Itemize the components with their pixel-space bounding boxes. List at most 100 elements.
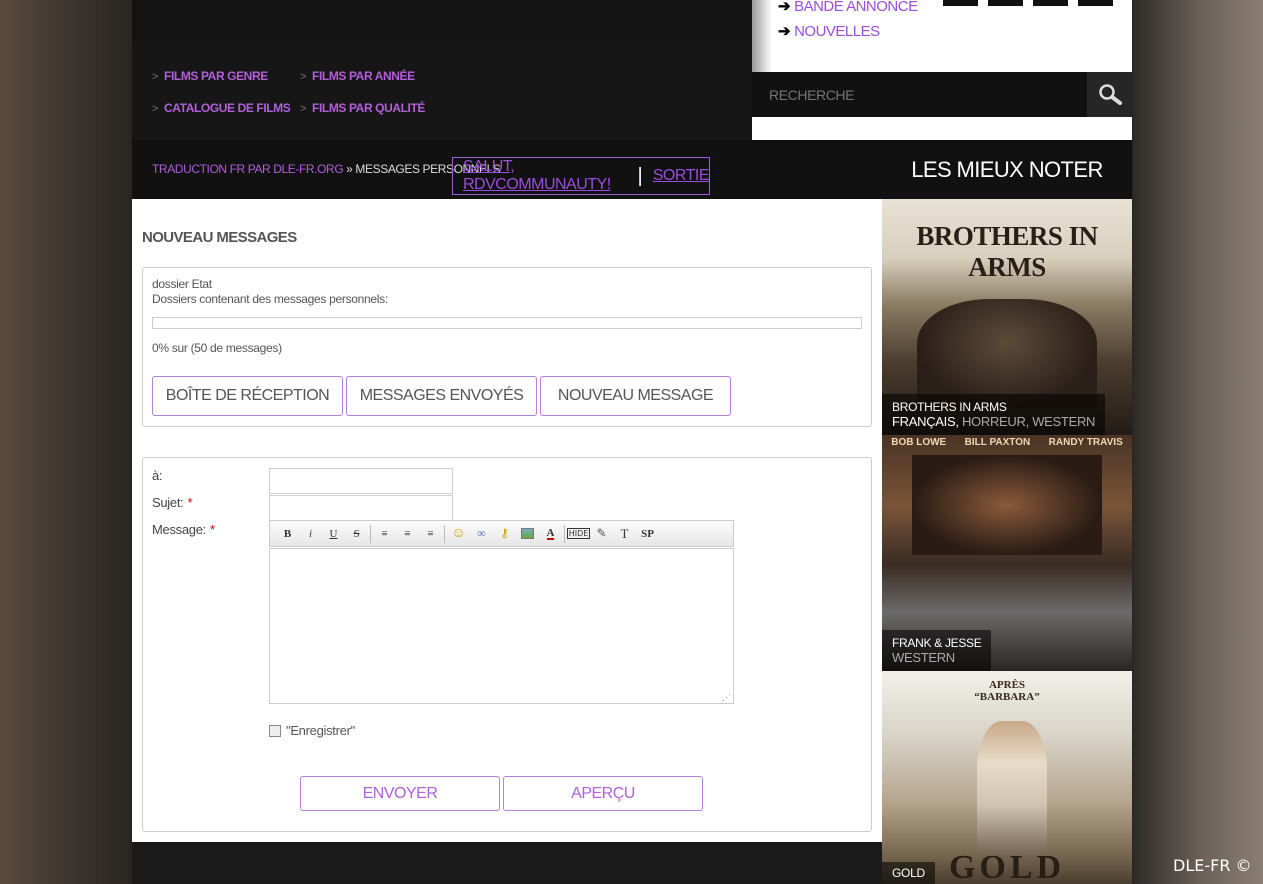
strikethrough-button[interactable]: S [345,524,368,544]
usage-text: 0% sur (50 de messages) [152,341,282,355]
movie-genres: WESTERN [892,650,981,665]
chevron-right-icon: ➔ [778,23,791,40]
tab-new-message[interactable]: NOUVEAU MESSAGE [540,376,731,416]
social-icon[interactable] [943,0,978,6]
smiley-icon: ☺ [451,525,466,541]
sidebar-title: LES MIEUX NOTER [911,156,1103,182]
key-icon: ⚷ [500,526,509,540]
movie-genres: FRANÇAIS, HORREUR, WESTERN [892,414,1095,429]
link-bande-annonce[interactable]: ➔ BANDE ANNONCE [778,0,918,15]
user-separator: | [637,165,643,187]
spoiler-icon: SP [641,527,654,540]
folder-description: Dossiers contenant des messages personne… [152,292,388,306]
movie-card[interactable]: APRÈS “BARBARA” GOLD GOLD [882,671,1132,884]
underline-button[interactable]: U [322,524,345,544]
text-icon: T [620,525,629,541]
movie-card[interactable]: BOB LOWE BILL PAXTON RANDY TRAVIS FRANK & … [882,435,1132,671]
subject-label: Sujet: * [152,495,193,510]
copyright-text: DLE-FR © [1173,856,1252,875]
social-icon[interactable] [1033,0,1068,6]
link-icon: ∞ [477,526,486,540]
genre: FRANÇAIS, [892,414,959,429]
message-label-text: Message: [152,522,206,537]
header-spacer [752,117,1132,140]
tab-sent-messages[interactable]: MESSAGES ENVOYÉS [346,376,537,416]
chevron-right-icon: > [152,103,159,115]
editor-toolbar: B i U S ≡ ≡ ≡ ☺ ∞ ⚷ A HIDE ✎ T SP [269,520,734,547]
link-label: NOUVELLES [794,23,880,40]
toolbar-separator [370,524,371,543]
page-title: NOUVEAU MESSAGES [142,229,297,246]
align-center-button[interactable]: ≡ [396,524,419,544]
smiley-button[interactable]: ☺ [447,524,470,544]
user-greeting-link[interactable]: SALUT, RDVCOMMUNAUTY! [463,158,628,194]
nav-label: FILMS PAR QUALITÉ [312,101,426,115]
movie-title: FRANK & JESSE [892,636,982,650]
hide-button[interactable]: HIDE [566,524,591,544]
save-checkbox[interactable] [269,724,281,737]
message-form-panel: à: Sujet: * Message: * B i U S ≡ ≡ ≡ ☺ ∞ ⚷… [142,457,872,832]
spoiler-button[interactable]: SP [636,524,659,544]
hide-icon: HIDE [566,528,591,539]
nav-films-par-genre[interactable]: > FILMS PAR GENRE [152,69,268,83]
link-nouvelles[interactable]: ➔ NOUVELLES [778,22,880,40]
poster-figures-image [917,299,1097,409]
italic-button[interactable]: i [299,524,322,544]
movie-title: GOLD [892,866,925,880]
poster-figures-image [912,455,1102,555]
nav-label: FILMS PAR GENRE [164,69,268,83]
link-button[interactable]: ∞ [470,524,493,544]
image-button[interactable] [516,524,539,544]
movie-card[interactable]: BROTHERS IN ARMS BROTHERS IN ARMS FRANÇA… [882,199,1132,435]
nav-films-par-qualite[interactable]: > FILMS PAR QUALITÉ [300,101,425,115]
user-box: SALUT, RDVCOMMUNAUTY! | SORTIE [452,157,710,195]
search-button[interactable] [1087,72,1132,117]
align-left-icon: ≡ [381,527,388,540]
to-field[interactable] [269,468,453,494]
message-textarea[interactable]: ⋰ [269,548,734,704]
send-button[interactable]: ENVOYER [300,776,500,811]
search-bar [752,72,1132,117]
subject-label-text: Sujet: [152,495,184,510]
social-icon[interactable] [988,0,1023,6]
subject-field[interactable] [269,495,453,521]
bold-button[interactable]: B [276,524,299,544]
nav-catalogue-de-films[interactable]: > CATALOGUE DE FILMS [152,101,291,115]
nav-label: FILMS PAR ANNÉE [312,69,415,83]
breadcrumb-bar: TRADUCTION FR PAR DLE-FR.ORG » MESSAGES … [132,140,882,199]
toolbar-separator [444,524,445,543]
search-icon [1098,83,1122,105]
resize-handle-icon[interactable]: ⋰ [722,692,731,703]
page-wrapper: > FILMS PAR GENRE > FILMS PAR ANNÉE > CATAL… [132,0,1132,884]
chevron-right-icon: ➔ [778,0,791,15]
align-left-button[interactable]: ≡ [373,524,396,544]
logout-link[interactable]: SORTIE [653,167,710,185]
text-button[interactable]: T [613,524,636,544]
genre: WESTERN [892,650,955,665]
tab-inbox[interactable]: BOÎTE DE RÉCEPTION [152,376,343,416]
movie-caption: GOLD [882,862,935,884]
movie-caption: FRANK & JESSE WESTERN [882,630,992,671]
font-color-button[interactable]: A [539,524,562,544]
link-label: BANDE ANNONCE [794,0,918,15]
nav-label: CATALOGUE DE FILMS [164,101,291,115]
save-checkbox-label: "Enregistrer" [286,723,355,738]
movie-caption: BROTHERS IN ARMS FRANÇAIS, HORREUR, WEST… [882,394,1106,435]
top-right-panel: ➔ BANDE ANNONCE ➔ NOUVELLES [752,0,1132,72]
align-right-button[interactable]: ≡ [419,524,442,544]
folder-status-label: dossier Etat [152,277,212,291]
toolbar-separator [564,524,565,543]
breadcrumb-separator: » [343,162,356,176]
social-icon[interactable] [1078,0,1113,6]
save-option: "Enregistrer" [269,723,355,738]
breadcrumb-home-link[interactable]: TRADUCTION FR PAR DLE-FR.ORG [152,162,344,176]
key-button[interactable]: ⚷ [493,524,516,544]
message-label: Message: * [152,522,215,537]
breadcrumb: TRADUCTION FR PAR DLE-FR.ORG » MESSAGES … [152,162,501,176]
poster-cast-art: BOB LOWE BILL PAXTON RANDY TRAVIS [891,437,1123,448]
sidebar-header: LES MIEUX NOTER [882,140,1132,199]
search-input[interactable] [752,72,1087,117]
preview-button[interactable]: APERÇU [503,776,703,811]
nav-films-par-annee[interactable]: > FILMS PAR ANNÉE [300,69,415,83]
edit-button[interactable]: ✎ [590,524,613,544]
